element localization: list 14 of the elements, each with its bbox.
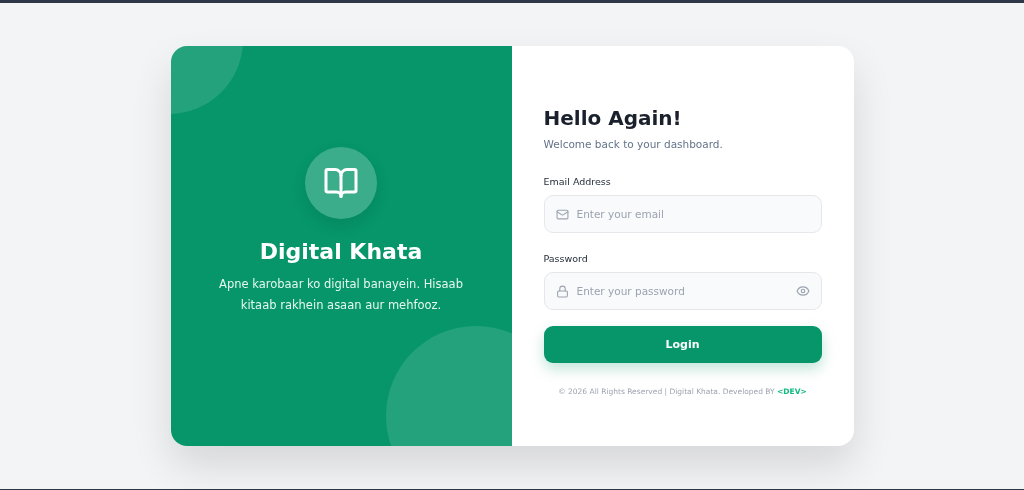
eye-icon[interactable] — [795, 284, 810, 298]
password-input[interactable]: Enter your password — [576, 273, 788, 309]
email-input[interactable]: Enter your email — [576, 196, 810, 232]
field-label: Password — [543, 253, 588, 264]
form-subheading: Welcome back to your dashboard. — [543, 138, 724, 150]
brand-title: Digital Khata — [259, 238, 423, 264]
form-heading: Hello Again! — [543, 106, 683, 130]
mail-icon — [555, 207, 569, 221]
field-label: Email Address — [543, 176, 611, 187]
login-button[interactable]: Login — [543, 326, 822, 363]
lock-icon — [555, 284, 569, 298]
password-field[interactable]: Enter your password — [543, 272, 822, 310]
email-field[interactable]: Enter your email — [543, 195, 822, 233]
brand-tagline: Apne karobaar ko digital banayein. Hisaab kitaab rakhein asaan aur mehfooz. — [218, 275, 464, 314]
